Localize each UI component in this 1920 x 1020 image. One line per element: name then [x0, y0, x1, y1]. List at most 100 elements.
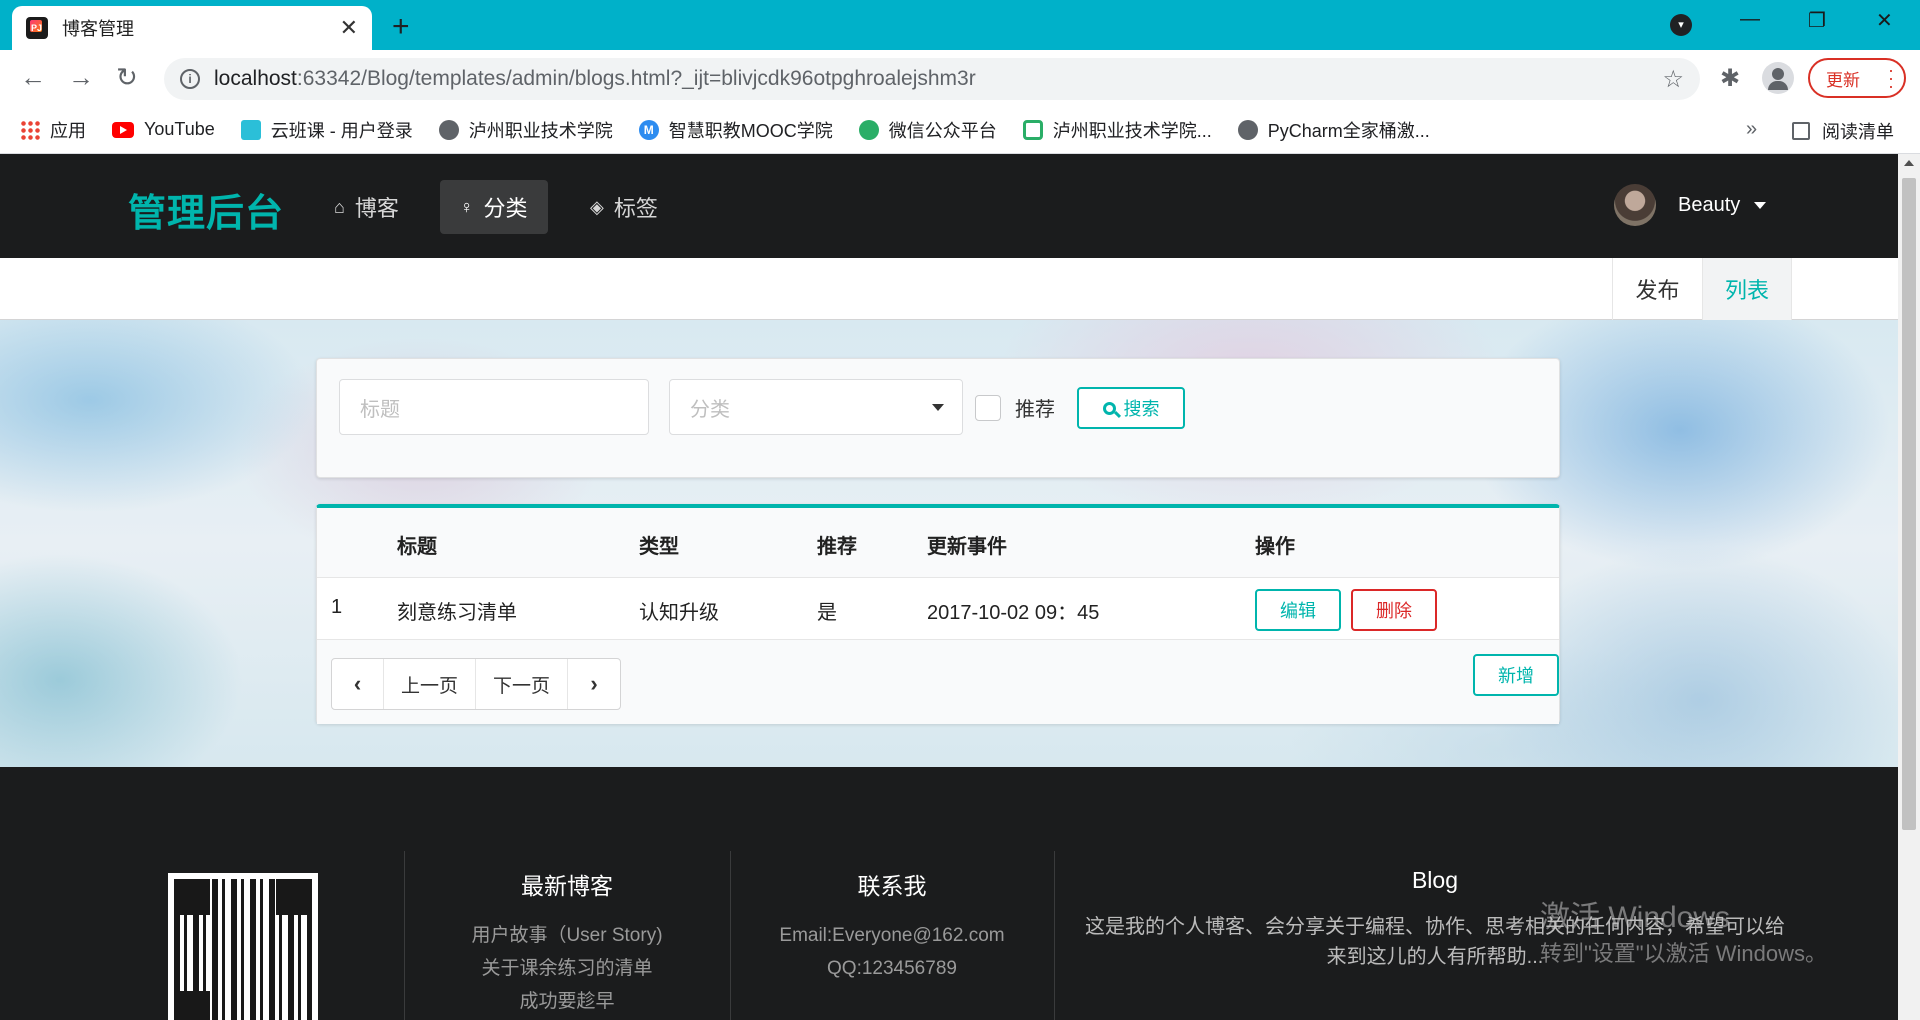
globe-icon	[438, 119, 459, 140]
home-icon: ⌂	[334, 196, 345, 217]
table-footer: ‹ 上一页 下一页 › 新增	[317, 640, 1559, 724]
column-header-updated[interactable]: 更新事件	[927, 530, 1007, 559]
url-text[interactable]: localhost:63342/Blog/templates/admin/blo…	[214, 67, 1662, 91]
tags-icon: ◈	[590, 196, 604, 217]
bookmark-lzy-2[interactable]: 泸州职业技术学院...	[1022, 117, 1212, 143]
reading-list-button[interactable]: 阅读清单	[1792, 118, 1894, 144]
tab-close-icon[interactable]: ✕	[340, 15, 358, 41]
footer-qq: QQ:123456789	[827, 958, 957, 979]
bookmark-star-icon[interactable]: ☆	[1662, 65, 1684, 94]
minimize-icon[interactable]: —	[1740, 8, 1760, 31]
idea-icon: ♀	[460, 196, 474, 217]
column-header-title[interactable]: 标题	[397, 530, 437, 559]
window-close-icon[interactable]: ✕	[1876, 8, 1893, 33]
reload-icon[interactable]: ↻	[116, 62, 138, 93]
nav-item-tags[interactable]: ◈ 标签	[570, 180, 678, 234]
page-scrollbar[interactable]	[1898, 154, 1920, 1020]
bookmarks-overflow-icon[interactable]: »	[1746, 118, 1757, 141]
subnav-publish[interactable]: 发布	[1612, 258, 1702, 320]
bookmark-wechat[interactable]: 微信公众平台	[858, 117, 997, 143]
page-viewport: 管理后台 ⌂ 博客 ♀ 分类 ◈ 标签 Beauty 发布 列表 标题 分类 推荐	[0, 154, 1898, 1020]
scroll-up-icon[interactable]	[1904, 160, 1914, 166]
row-updated: 2017-10-02 09：45	[927, 602, 1100, 624]
prev-page-button[interactable]: 上一页	[384, 659, 476, 709]
pycharm-favicon-icon: PJ	[26, 17, 48, 39]
tab-title: 博客管理	[62, 19, 134, 39]
search-form: 标题 分类 推荐 搜索	[316, 358, 1560, 478]
tab-search-icon[interactable]: ▾	[1670, 14, 1692, 36]
column-header-type[interactable]: 类型	[639, 530, 679, 559]
bookmark-lzy[interactable]: 泸州职业技术学院	[438, 117, 613, 143]
bookmark-yunbanke[interactable]: 云班课 - 用户登录	[240, 117, 413, 143]
bookmark-youtube[interactable]: YouTube	[112, 119, 215, 140]
row-recommend: 是	[817, 602, 837, 624]
back-icon[interactable]: ←	[20, 62, 46, 93]
address-bar[interactable]: i localhost:63342/Blog/templates/admin/b…	[164, 58, 1700, 100]
profile-icon[interactable]	[1762, 62, 1794, 94]
browser-tab-strip: PJ 博客管理 ✕ + ▾ — ❐ ✕	[0, 0, 1920, 50]
globe-icon	[1237, 119, 1258, 140]
footer-email: Email:Everyone@162.com	[779, 925, 1005, 946]
extensions-icon[interactable]: ✱	[1720, 64, 1740, 93]
user-menu[interactable]: Beauty	[1614, 184, 1767, 226]
category-select[interactable]: 分类	[669, 379, 963, 435]
youtube-icon	[112, 121, 134, 138]
browser-tab[interactable]: PJ 博客管理 ✕	[12, 6, 372, 50]
footer-latest-blogs: 最新博客 用户故事（User Story) 关于课余练习的清单 成功要趁早	[404, 851, 730, 1020]
chevron-left-icon[interactable]: ‹	[332, 659, 384, 709]
site-navbar: 管理后台 ⌂ 博客 ♀ 分类 ◈ 标签 Beauty	[0, 154, 1898, 258]
site-footer: 最新博客 用户故事（User Story) 关于课余练习的清单 成功要趁早 联系…	[0, 767, 1898, 1020]
edit-button[interactable]: 编辑	[1255, 589, 1341, 631]
brand-title[interactable]: 管理后台	[128, 182, 284, 237]
site-info-icon[interactable]: i	[180, 69, 200, 89]
sub-navbar: 发布 列表	[0, 258, 1898, 328]
update-button[interactable]: 更新 · · ·	[1808, 58, 1906, 98]
dropdown-icon	[932, 404, 944, 411]
apps-icon	[20, 119, 40, 140]
qr-code	[168, 873, 318, 1020]
windows-activation-watermark: 激活 Windows 转到"设置"以激活 Windows。	[1540, 901, 1827, 966]
recommend-checkbox-field[interactable]: 推荐	[975, 393, 1055, 422]
footer-about-title: Blog	[1411, 867, 1459, 893]
row-type: 认知升级	[639, 602, 719, 624]
column-header-actions: 操作	[1255, 536, 1295, 558]
blog-table: 标题 类型 推荐 更新事件 操作 1 刻意练习清单 认知升级 是 2017-10…	[316, 504, 1560, 724]
table-header: 标题 类型 推荐 更新事件 操作	[317, 508, 1559, 578]
footer-blog-link[interactable]: 用户故事（User Story)	[404, 919, 730, 952]
nav-item-blog[interactable]: ⌂ 博客	[314, 180, 419, 234]
pagination: ‹ 上一页 下一页 ›	[331, 658, 621, 710]
column-header-recommend[interactable]: 推荐	[817, 530, 857, 559]
footer-contact-title: 联系我	[857, 873, 927, 899]
caret-down-icon	[1754, 201, 1767, 209]
title-input[interactable]: 标题	[339, 379, 649, 435]
search-icon	[1102, 401, 1116, 415]
forward-icon[interactable]: →	[68, 62, 94, 93]
row-title: 刻意练习清单	[397, 602, 517, 624]
user-name: Beauty	[1678, 193, 1741, 216]
mooc-icon: M	[638, 119, 659, 140]
subnav-list[interactable]: 列表	[1702, 258, 1792, 328]
dna-icon	[1022, 119, 1043, 140]
menu-dots-icon: · · ·	[1888, 60, 1894, 96]
row-index: 1	[331, 596, 343, 618]
next-page-button[interactable]: 下一页	[476, 659, 568, 709]
browser-toolbar: ← → ↻ i localhost:63342/Blog/templates/a…	[0, 50, 1920, 106]
table-row: 1 刻意练习清单 认知升级 是 2017-10-02 09：45 编辑 删除	[317, 578, 1559, 640]
bookmark-apps[interactable]: 应用	[20, 117, 86, 143]
delete-button[interactable]: 删除	[1351, 589, 1437, 631]
cloud-icon	[240, 119, 261, 140]
footer-blog-link[interactable]: 关于课余练习的清单	[404, 952, 730, 985]
bookmark-pycharm[interactable]: PyCharm全家桶激...	[1237, 117, 1430, 143]
footer-contact: 联系我 Email:Everyone@162.com QQ:123456789	[730, 851, 1054, 1020]
bookmark-mooc[interactable]: M 智慧职教MOOC学院	[638, 117, 833, 143]
footer-blog-link[interactable]: 成功要趁早	[404, 985, 730, 1018]
chevron-right-icon[interactable]: ›	[568, 659, 620, 709]
search-button[interactable]: 搜索	[1077, 387, 1185, 429]
scrollbar-thumb[interactable]	[1902, 178, 1916, 830]
new-tab-button[interactable]: +	[392, 10, 410, 44]
recommend-checkbox[interactable]	[975, 394, 1001, 421]
nav-item-category[interactable]: ♀ 分类	[440, 180, 548, 234]
avatar	[1614, 184, 1656, 226]
restore-icon[interactable]: ❐	[1808, 8, 1826, 33]
add-button[interactable]: 新增	[1473, 654, 1559, 696]
